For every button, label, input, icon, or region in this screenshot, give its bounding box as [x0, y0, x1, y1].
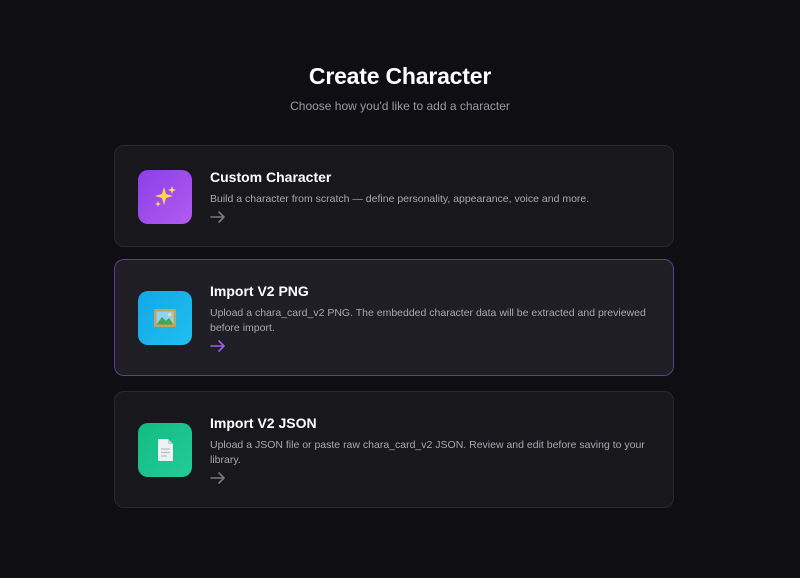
import-json-tile [138, 423, 192, 477]
import-json-option[interactable]: Import V2 JSON Upload a JSON file or pas… [114, 391, 674, 508]
option-title: Import V2 PNG [210, 283, 309, 299]
import-png-tile [138, 291, 192, 345]
arrow-right-icon [210, 211, 225, 223]
arrow-right-icon [210, 340, 225, 352]
import-png-option[interactable]: Import V2 PNG Upload a chara_card_v2 PNG… [114, 259, 674, 376]
sparkles-icon [155, 186, 176, 207]
framed-picture-icon [154, 309, 176, 327]
custom-character-tile [138, 170, 192, 224]
option-title: Import V2 JSON [210, 415, 317, 431]
create-character-page: Create Character Choose how you'd like t… [0, 0, 800, 578]
custom-character-option[interactable]: Custom Character Build a character from … [114, 145, 674, 247]
page-header: Create Character Choose how you'd like t… [0, 62, 800, 114]
page-subtitle: Choose how you'd like to add a character [290, 99, 510, 113]
page-title: Create Character [308, 63, 492, 89]
arrow-right-icon [210, 472, 225, 484]
option-description: Upload a JSON file or paste raw chara_ca… [210, 439, 645, 466]
document-icon [158, 439, 173, 461]
option-description: Upload a chara_card_v2 PNG. The embedded… [210, 307, 646, 334]
option-description: Build a character from scratch — define … [210, 193, 590, 205]
option-title: Custom Character [210, 169, 332, 185]
